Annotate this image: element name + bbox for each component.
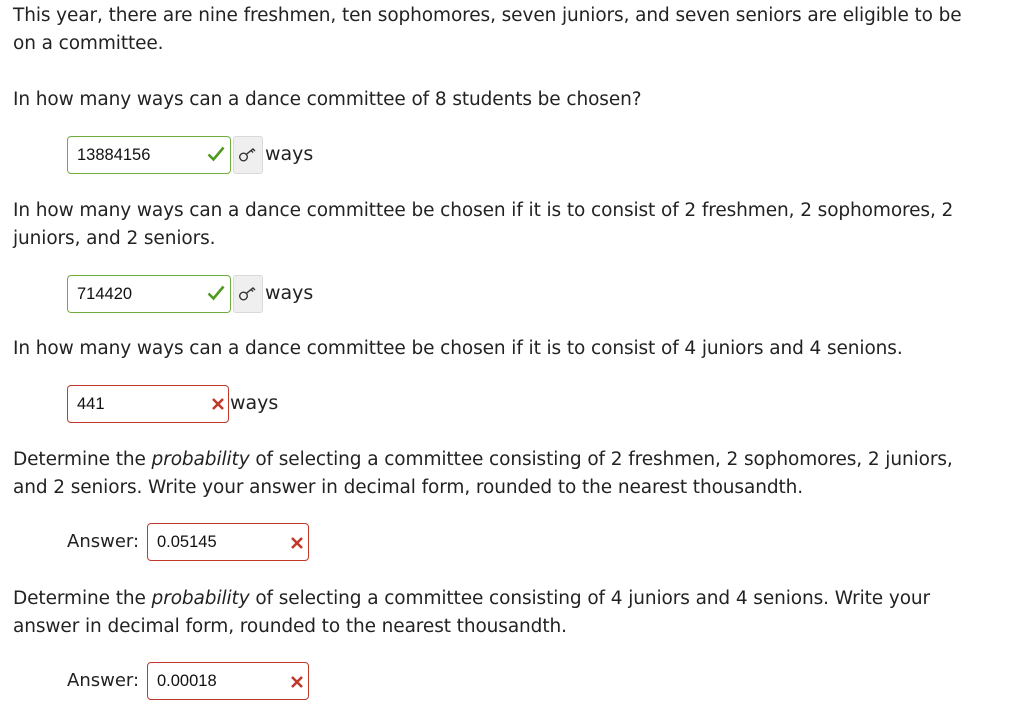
question-3-prompt: In how many ways can a dance committee b… (13, 338, 903, 359)
probability-1-answer-field[interactable]: 0.05145 (147, 523, 309, 561)
cross-icon (290, 675, 304, 689)
check-icon (207, 285, 225, 301)
probability-2-emphasis: probability (151, 588, 250, 609)
cross-icon (290, 536, 304, 550)
question-2-prompt: In how many ways can a dance committee b… (13, 200, 954, 249)
probability-2-answer-value: 0.00018 (157, 671, 217, 690)
probability-1-answer-value: 0.05145 (157, 532, 217, 551)
check-icon (207, 146, 225, 162)
intro-text: This year, there are nine freshmen, ten … (13, 5, 962, 54)
probability-1-prompt: Determine the probability of selecting a… (13, 449, 953, 498)
probability-2-answer-field[interactable]: 0.00018 (147, 662, 309, 700)
question-3-unit: ways (230, 392, 279, 414)
question-3-answer-field[interactable]: 441 (67, 385, 229, 423)
question-2-unit: ways (265, 282, 314, 304)
cross-icon (211, 397, 225, 411)
probability-2-prompt: Determine the probability of selecting a… (13, 588, 931, 637)
probability-1-answer-label: Answer: (67, 531, 140, 552)
key-icon[interactable] (233, 275, 263, 313)
question-1-unit: ways (265, 143, 314, 165)
probability-1-emphasis: probability (151, 449, 250, 470)
question-1-prompt: In how many ways can a dance committee o… (13, 89, 642, 110)
question-3-answer-value: 441 (77, 394, 105, 413)
key-icon[interactable] (233, 136, 263, 174)
probability-2-answer-label: Answer: (67, 670, 140, 691)
